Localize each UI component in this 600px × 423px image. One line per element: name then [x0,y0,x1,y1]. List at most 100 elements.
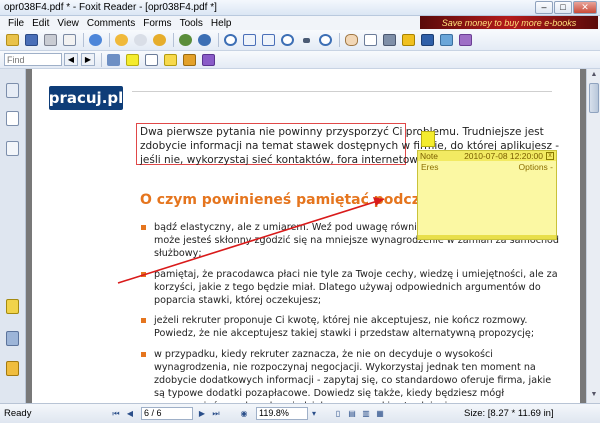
find-prev-button[interactable]: ◀ [64,53,78,66]
stamp-icon [183,53,196,66]
note-tool-button[interactable] [124,52,141,68]
text-box-button[interactable] [143,52,160,68]
select-text-button[interactable] [362,32,379,48]
minimize-button[interactable]: – [535,0,553,14]
menu-file[interactable]: File [4,18,28,29]
menu-forms[interactable]: Forms [139,18,175,29]
toolbar-separator [101,52,102,67]
print-button[interactable] [42,32,59,48]
folder-icon [6,34,19,46]
zoom-add-button[interactable] [317,32,334,48]
sticky-note-icon[interactable] [421,131,435,147]
note-subheader: Eres Options - [418,161,556,173]
hand-tool-button[interactable] [343,32,360,48]
redo-icon [198,34,211,46]
redo-button[interactable] [196,32,213,48]
zoom-menu-button[interactable] [298,32,315,48]
callout-icon [164,53,177,66]
arrow-tool-button[interactable] [200,52,217,68]
zoom-level-field[interactable]: 119.8% [256,407,308,420]
page-navigation: ⏮ ◀ 6 / 6 ▶ ⏭ ◉ 119.8% ▾ ▯ ▤ ▥ ▦ [110,407,388,420]
menu-tools[interactable]: Tools [176,18,207,29]
image-button[interactable] [438,32,455,48]
next-page-icon[interactable]: ▶ [196,408,208,420]
menu-help[interactable]: Help [207,18,236,29]
find-next-button[interactable]: ▶ [81,53,95,66]
typewriter-button[interactable] [419,32,436,48]
rotate-button[interactable] [151,32,168,48]
page-number-field[interactable]: 6 / 6 [141,407,193,420]
fit-page-button[interactable] [241,32,258,48]
image-icon [440,34,453,46]
stamp-button[interactable] [181,52,198,68]
note-resize-bar[interactable] [418,235,556,239]
comments-panel-icon[interactable] [6,299,19,314]
page-size-text: Size: [8.27 * 11.69 in] [464,408,554,419]
status-text: Ready [4,408,32,419]
continuous-view-icon[interactable]: ▤ [346,408,358,420]
camera-icon [383,34,396,46]
vertical-scrollbar[interactable]: ▲ ▼ [586,69,600,403]
toolbar-separator [109,33,110,47]
menu-view[interactable]: View [53,18,83,29]
scroll-down-icon[interactable]: ▼ [589,391,599,401]
zoom-out-status-icon[interactable]: ◉ [238,408,250,420]
pages-icon[interactable] [6,111,19,126]
maximize-button[interactable]: □ [554,0,572,14]
main-toolbar [0,30,600,51]
continuous-facing-view-icon[interactable]: ▦ [374,408,386,420]
close-button[interactable]: ✕ [573,0,597,14]
layers-icon[interactable] [6,141,19,156]
open-file-button[interactable] [4,32,21,48]
forward-button[interactable] [132,32,149,48]
title-bar: opr038F4.pdf * - Foxit Reader - [opr038F… [0,0,600,16]
zoom-minus-icon [281,34,294,46]
note-popup[interactable]: Note 2010-07-08 12:20:00 x Eres Options … [417,150,557,240]
ad-banner[interactable]: Save money to buy more e-books [420,16,598,29]
note-options-button[interactable]: Options - [519,162,554,172]
last-page-icon[interactable]: ⏭ [210,408,222,420]
annotation-tool-button[interactable] [105,52,122,68]
callout-button[interactable] [162,52,179,68]
pointer-button[interactable] [400,32,417,48]
toolbar-separator [83,33,84,47]
magnifier-plus-icon [224,34,237,46]
email-button[interactable] [61,32,78,48]
back-button[interactable] [113,32,130,48]
note-close-button[interactable]: x [546,152,554,160]
document-area[interactable]: pracuj.pl Dwa pierwsze pytania nie powin… [26,69,586,403]
attachments-icon[interactable] [6,331,19,346]
prev-page-icon[interactable]: ◀ [124,408,136,420]
scroll-up-icon[interactable]: ▲ [589,71,599,81]
save-button[interactable] [23,32,40,48]
floppy-icon [25,34,38,46]
window-controls: – □ ✕ [534,0,597,15]
bookmarks-icon[interactable] [6,83,19,98]
menu-edit[interactable]: Edit [28,18,53,29]
cursor-icon [402,34,415,46]
page-up-button[interactable] [87,32,104,48]
menu-comments[interactable]: Comments [83,18,139,29]
snapshot-button[interactable] [381,32,398,48]
signatures-icon[interactable] [6,361,19,376]
undo-button[interactable] [177,32,194,48]
zoom-dropdown-icon[interactable]: ▾ [308,408,320,420]
facing-view-icon[interactable]: ▥ [360,408,372,420]
plus-icon [319,34,332,46]
fit-width-button[interactable] [260,32,277,48]
first-page-icon[interactable]: ⏮ [110,408,122,420]
chevron-down-icon [303,37,310,43]
toolbar-separator [173,33,174,47]
form-icon [459,34,472,46]
single-page-view-icon[interactable]: ▯ [332,408,344,420]
status-bar: Ready ⏮ ◀ 6 / 6 ▶ ⏭ ◉ 119.8% ▾ ▯ ▤ ▥ ▦ S… [0,403,600,423]
note-author: Eres [421,162,439,172]
find-input[interactable] [4,53,62,66]
zoom-in-button[interactable] [222,32,239,48]
scrollbar-thumb[interactable] [589,83,599,113]
form-button[interactable] [457,32,474,48]
printer-icon [44,34,57,46]
note-date: 2010-07-08 12:20:00 [464,151,543,161]
zoom-out-button[interactable] [279,32,296,48]
typewriter-icon [421,34,434,46]
